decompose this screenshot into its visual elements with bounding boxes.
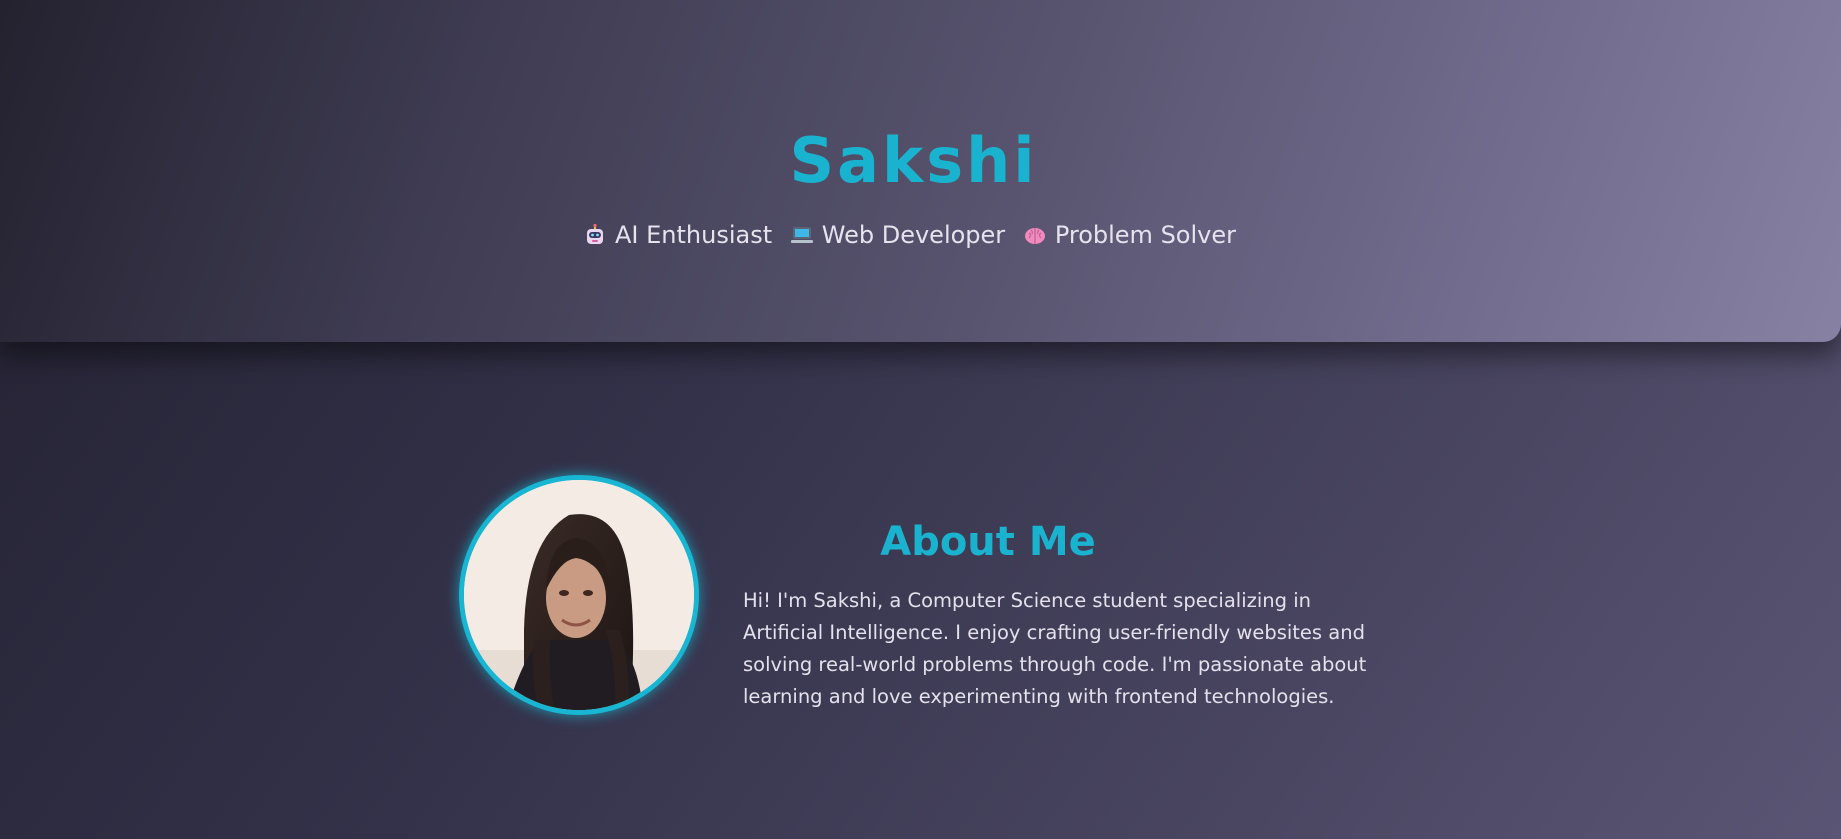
laptop-icon <box>790 227 813 243</box>
hero-tagline: AI Enthusiast Web Developer Problem Solv… <box>0 220 1829 250</box>
tagline-ai: AI Enthusiast <box>615 221 773 249</box>
robot-icon <box>587 223 604 244</box>
about-section: About Me Hi! I'm Sakshi, a Computer Scie… <box>459 475 1379 735</box>
about-text: Hi! I'm Sakshi, a Computer Science stude… <box>743 588 1367 708</box>
tagline-web: Web Developer <box>821 221 1006 249</box>
profile-photo <box>464 480 694 710</box>
tagline-problem: Problem Solver <box>1054 221 1236 249</box>
avatar <box>459 475 699 715</box>
hero-header: Sakshi AI Enthusiast Web Developer Probl… <box>0 0 1841 342</box>
brain-icon <box>1024 228 1045 244</box>
about-title: About Me <box>880 519 1096 566</box>
hero-title: Sakshi <box>789 123 1038 197</box>
